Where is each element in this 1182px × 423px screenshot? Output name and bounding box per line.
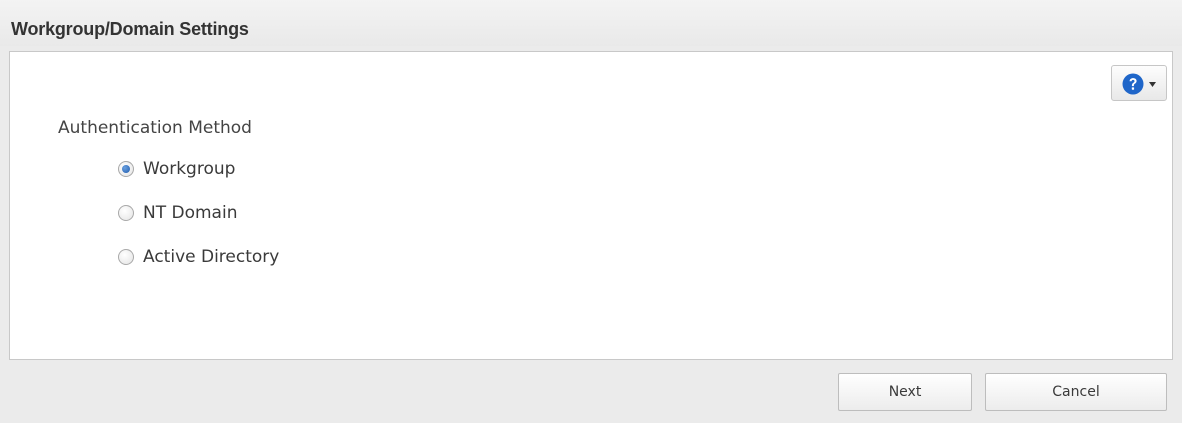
dialog-title-bar: Workgroup/Domain Settings bbox=[0, 0, 1182, 46]
cancel-button[interactable]: Cancel bbox=[985, 373, 1167, 411]
radio-workgroup[interactable]: Workgroup bbox=[118, 157, 235, 181]
help-dropdown-button[interactable] bbox=[1111, 65, 1167, 101]
radio-button[interactable] bbox=[118, 205, 134, 221]
caret-down-icon bbox=[1149, 82, 1156, 87]
radio-button-selected[interactable] bbox=[118, 161, 134, 177]
dialog-title: Workgroup/Domain Settings bbox=[11, 19, 249, 39]
radio-button[interactable] bbox=[118, 249, 134, 265]
radio-active-directory[interactable]: Active Directory bbox=[118, 245, 279, 269]
question-mark-icon bbox=[1122, 73, 1144, 95]
radio-nt-domain[interactable]: NT Domain bbox=[118, 201, 237, 225]
radio-label-nt-domain: NT Domain bbox=[143, 203, 238, 223]
authentication-method-label: Authentication Method bbox=[58, 118, 252, 138]
radio-label-active-directory: Active Directory bbox=[143, 247, 280, 267]
content-panel: Authentication Method Workgroup NT Domai… bbox=[9, 51, 1173, 360]
next-button[interactable]: Next bbox=[838, 373, 972, 411]
radio-label-workgroup: Workgroup bbox=[143, 159, 236, 179]
workgroup-domain-settings-dialog: Workgroup/Domain Settings Authentication… bbox=[0, 0, 1182, 423]
